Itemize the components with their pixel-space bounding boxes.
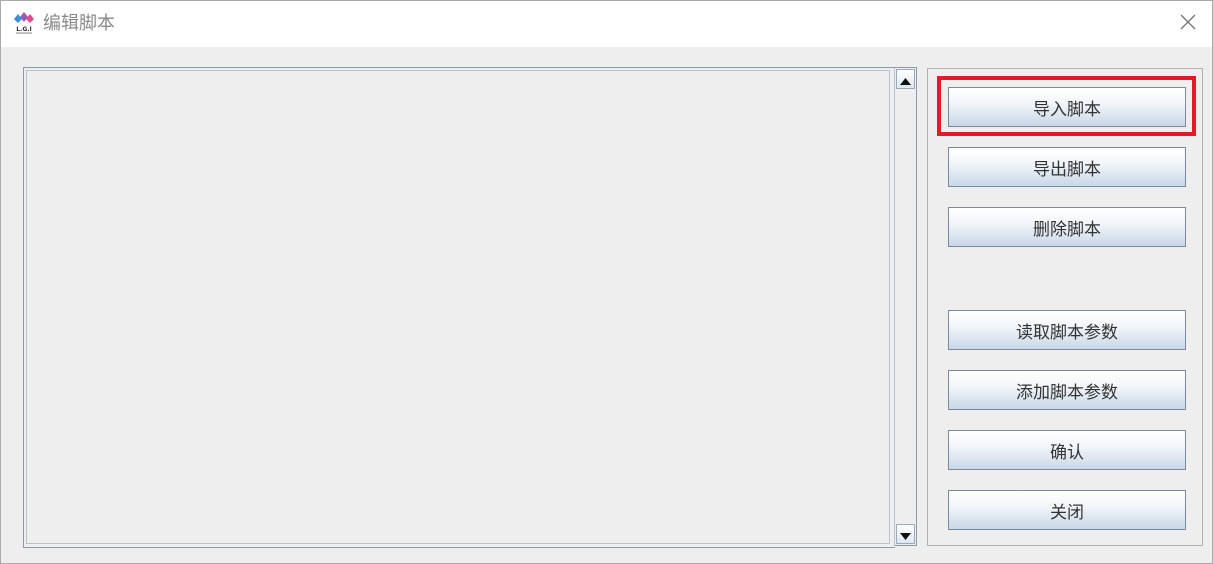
import-script-button[interactable]: 导入脚本 [948,87,1186,127]
add-script-params-button[interactable]: 添加脚本参数 [948,370,1186,410]
edit-script-dialog: L.G.I 编辑脚本 导入脚本 导出脚本 删除脚本 读取脚本参数 添加脚本参数 … [0,0,1213,564]
scroll-track[interactable] [896,90,915,523]
close-window-button[interactable] [1164,1,1212,47]
scroll-down-button[interactable] [896,524,915,544]
title-bar[interactable]: L.G.I 编辑脚本 [1,1,1212,47]
dialog-content: 导入脚本 导出脚本 删除脚本 读取脚本参数 添加脚本参数 确认 关闭 [1,47,1212,563]
close-button[interactable]: 关闭 [948,490,1186,530]
button-panel [927,68,1203,546]
delete-script-button[interactable]: 删除脚本 [948,207,1186,247]
script-text-area[interactable] [26,70,890,544]
close-icon [1180,14,1196,34]
read-script-params-button[interactable]: 读取脚本参数 [948,310,1186,350]
triangle-down-icon [900,525,911,544]
svg-text:L.G.I: L.G.I [16,26,32,33]
window-title: 编辑脚本 [43,13,115,34]
confirm-button[interactable]: 确认 [948,430,1186,470]
lgi-logo-icon: L.G.I [13,11,35,35]
scroll-up-button[interactable] [896,69,915,89]
triangle-up-icon [900,70,911,89]
export-script-button[interactable]: 导出脚本 [948,147,1186,187]
script-editor-frame [23,67,895,548]
vertical-scrollbar[interactable] [894,67,917,546]
